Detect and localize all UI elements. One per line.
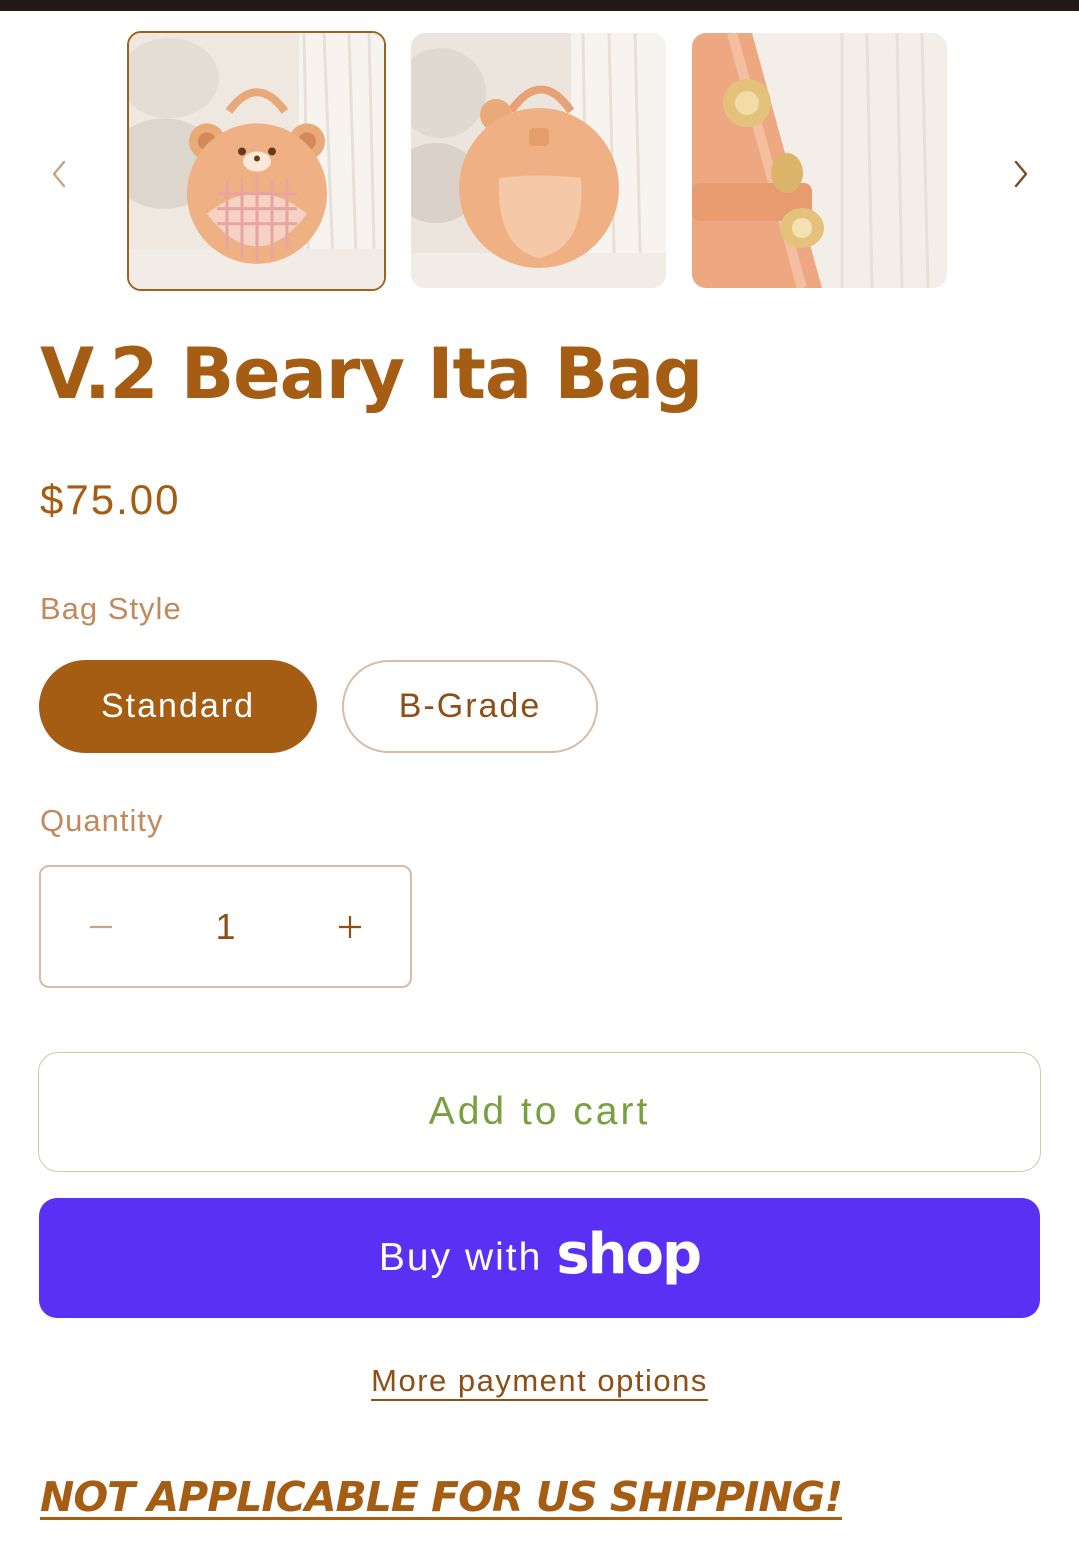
- shop-logo: shop: [556, 1221, 702, 1287]
- shipping-notice: NOT APPLICABLE FOR US SHIPPING!: [40, 1473, 843, 1521]
- quantity-stepper: [39, 865, 412, 988]
- carousel-next-button[interactable]: [999, 150, 1043, 198]
- variant-option-b-grade[interactable]: B-Grade: [342, 660, 598, 753]
- quantity-label: Quantity: [40, 803, 164, 838]
- variant-option-standard[interactable]: Standard: [39, 660, 317, 753]
- more-payment-container: More payment options: [0, 1363, 1079, 1399]
- plus-icon: [339, 915, 361, 938]
- thumbnail-bear-bag-front[interactable]: [127, 31, 386, 291]
- bear-bag-front-photo: [129, 33, 384, 289]
- carousel-prev-button[interactable]: [37, 150, 81, 198]
- chevron-right-icon: [1014, 160, 1028, 188]
- quantity-decrease-button[interactable]: [41, 867, 161, 986]
- top-bar: [0, 0, 1079, 11]
- product-price: $75.00: [40, 476, 181, 523]
- minus-icon: [90, 925, 112, 928]
- more-payment-options-link[interactable]: More payment options: [371, 1363, 708, 1398]
- buy-with-label: Buy with: [378, 1236, 543, 1279]
- product-title: V.2 Beary Ita Bag: [40, 333, 703, 415]
- add-to-cart-button[interactable]: Add to cart: [38, 1052, 1041, 1172]
- buy-with-shop-button[interactable]: Buy with shop: [39, 1198, 1040, 1318]
- quantity-increase-button[interactable]: [290, 867, 410, 986]
- bag-style-label: Bag Style: [40, 591, 182, 626]
- thumbnail-bear-bag-zipper[interactable]: [692, 33, 947, 288]
- quantity-input[interactable]: [161, 867, 290, 986]
- thumbnail-bear-bag-back[interactable]: [411, 33, 666, 288]
- bear-bag-zipper-detail-photo: [692, 33, 947, 288]
- chevron-left-icon: [52, 160, 66, 188]
- bear-bag-back-photo: [411, 33, 666, 288]
